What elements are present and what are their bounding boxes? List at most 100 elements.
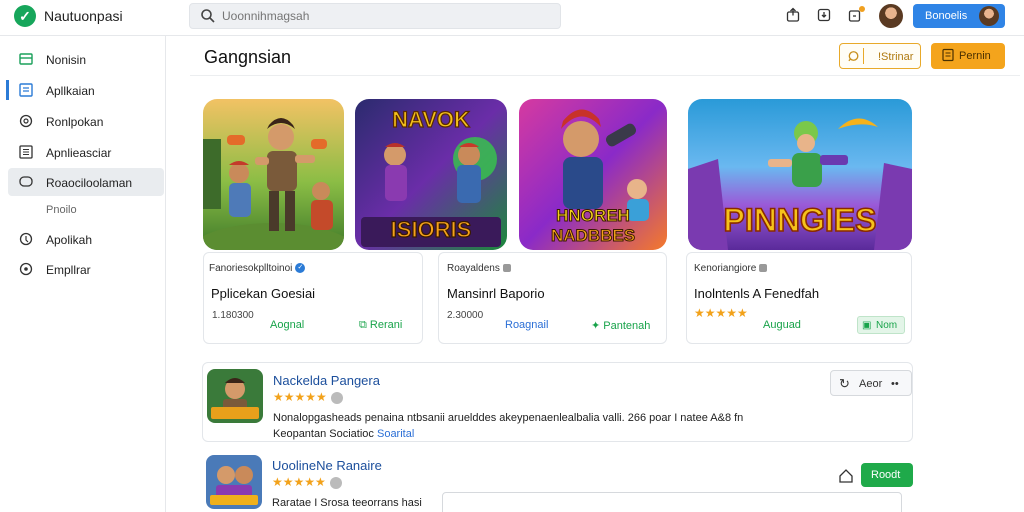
list-item[interactable]: UoolineNe Ranaire ★★★★★ Raratae I Srosa … xyxy=(202,452,913,512)
info-icon xyxy=(329,476,342,489)
card-action-secondary[interactable]: ✦ Pantenah xyxy=(591,319,650,332)
card-meta: 1.180300 xyxy=(212,310,254,321)
game-tile-navok[interactable]: NAVOK ISIORIS xyxy=(355,99,507,250)
header-divider xyxy=(190,75,1020,76)
badge-icon xyxy=(502,264,511,273)
top-bar: ✓ Nautuonpasi Bonoelis xyxy=(0,0,1024,36)
list-item-install-button[interactable]: Roodt xyxy=(861,463,913,487)
settings-icon xyxy=(19,262,33,276)
navok-tile-title: NAVOK xyxy=(392,107,470,132)
tag-icon xyxy=(848,48,864,64)
list-item-thumbnail xyxy=(206,455,262,509)
share-icon[interactable] xyxy=(785,7,801,23)
card-action-primary[interactable]: Aognal xyxy=(270,319,304,331)
sidebar-item-label: Apolikah xyxy=(46,233,93,247)
check-icon: ▣ xyxy=(862,320,872,331)
refresh-icon: ↻ xyxy=(839,376,850,391)
card-developer: Roayaldens xyxy=(447,263,511,274)
list-item-description: Raratae I Srosa teeorrans hasi xyxy=(272,497,422,509)
card-title: Pplicekan Goesiai xyxy=(211,286,316,301)
app-card[interactable]: Roayaldens Mansinrl Baporio 2.30000 Roag… xyxy=(438,252,667,344)
profile-avatar xyxy=(979,6,999,26)
page-title: Gangnsian xyxy=(204,47,292,67)
card-title: Mansinrl Baporio xyxy=(447,286,545,301)
pinngies-tile-art: PINNGIES xyxy=(688,99,912,250)
list-item-rating: ★★★★★ xyxy=(272,475,342,489)
game-tile-pinngies[interactable]: PINNGIES xyxy=(688,99,912,250)
card-action-secondary[interactable]: ▣ Nom xyxy=(857,316,905,334)
sidebar-item-empllrar[interactable]: Empllrar xyxy=(8,255,164,283)
app-card[interactable]: Kenoriangiore Inolntenls A Fenedfah ★★★★… xyxy=(686,252,912,344)
install-button-label: Roodt xyxy=(871,469,901,481)
pinngies-tile-title: PINNGIES xyxy=(724,202,877,238)
hnoreh-tile-title: HNOREH xyxy=(556,206,630,225)
circle-icon xyxy=(19,114,33,128)
filter-button-label: !Strinar xyxy=(878,51,914,63)
more-icon[interactable]: •• xyxy=(891,378,899,390)
hero-tile-art xyxy=(203,99,344,250)
app-card[interactable]: Fanoriesokplltoinoi ✓ Pplicekan Goesiai 1… xyxy=(203,252,423,344)
home-icon[interactable] xyxy=(838,468,854,484)
hnoreh-tile-art: HNOREH NADBBES xyxy=(519,99,667,250)
notification-badge xyxy=(859,6,865,12)
sidebar-item-ronlpokan[interactable]: Ronlpokan xyxy=(8,107,164,135)
sidebar-item-nonisin[interactable]: Nonisin xyxy=(8,45,164,73)
navok-tile-subtitle: ISIORIS xyxy=(391,217,472,242)
info-icon xyxy=(330,391,343,404)
app-name: Nautuonpasi xyxy=(44,8,123,24)
list-item-rating: ★★★★★ xyxy=(273,390,343,404)
card-action-primary[interactable]: Roagnail xyxy=(505,319,548,331)
user-avatar[interactable] xyxy=(879,4,903,28)
card-developer: Fanoriesokplltoinoi ✓ xyxy=(209,263,306,274)
list-item-title[interactable]: Nackelda Pangera xyxy=(273,373,380,388)
badge-icon xyxy=(759,264,768,273)
external-icon: ⧉ xyxy=(359,319,370,331)
sidebar-item-pnoilo[interactable]: Pnoilo xyxy=(8,196,164,224)
card-developer: Kenoriangiore xyxy=(694,263,768,274)
search-icon xyxy=(201,9,215,23)
list-icon xyxy=(19,145,33,159)
list-item-action-button[interactable]: ↻ Aeor •• xyxy=(830,370,912,396)
filter-button[interactable]: !Strinar xyxy=(839,43,921,69)
navok-tile-art: NAVOK ISIORIS xyxy=(355,99,507,250)
action-button-label: Aeor xyxy=(859,378,883,390)
card-action-label: Nom xyxy=(876,320,898,331)
card-action-secondary[interactable]: ⧉ Rerani xyxy=(359,319,402,332)
chat-icon xyxy=(19,176,33,187)
game-tile-hnoreh[interactable]: HNOREH NADBBES xyxy=(519,99,667,250)
primary-action-label: Pernin xyxy=(959,50,991,62)
list-item-description: Nonalopgasheads penaina ntbsanii arueldd… xyxy=(273,412,744,424)
primary-action-button[interactable]: Pernin xyxy=(931,43,1005,69)
sparkle-icon: ✦ xyxy=(591,320,604,332)
sidebar-item-label: Apnlieasciar xyxy=(46,146,112,160)
hnoreh-tile-subtitle: NADBBES xyxy=(551,226,635,245)
search-bar[interactable] xyxy=(189,3,561,29)
sidebar-item-label: Nonisin xyxy=(46,53,87,67)
sidebar-item-apnlieasciar[interactable]: Apnlieasciar xyxy=(8,138,164,166)
profile-button-label: Bonoelis xyxy=(925,10,968,22)
pin-icon xyxy=(19,232,33,246)
profile-button[interactable]: Bonoelis xyxy=(913,4,1005,28)
app-logo-icon[interactable]: ✓ xyxy=(14,5,36,27)
download-icon[interactable] xyxy=(816,7,832,23)
list-item-link[interactable]: Soarital xyxy=(377,428,414,440)
card-meta: 2.30000 xyxy=(447,310,484,321)
doc-icon xyxy=(942,48,954,62)
sidebar-item-label: Pnoilo xyxy=(46,204,77,216)
list-item-thumbnail xyxy=(207,369,263,423)
list-item-title[interactable]: UoolineNe Ranaire xyxy=(272,458,382,473)
game-tile-hero[interactable] xyxy=(203,99,344,250)
apps-icon xyxy=(19,83,33,97)
list-item[interactable]: Nackelda Pangera ★★★★★ Nonalopgasheads p… xyxy=(202,362,913,442)
card-action-primary[interactable]: Auguad xyxy=(763,319,801,331)
list-item-input[interactable] xyxy=(442,492,902,512)
sidebar-item-apllkaian[interactable]: Apllkaian xyxy=(6,76,164,104)
sidebar-item-label: Apllkaian xyxy=(46,84,95,98)
sidebar-item-apolikah[interactable]: Apolikah xyxy=(8,225,164,253)
sidebar-item-label: Empllrar xyxy=(46,263,91,277)
sidebar-item-label: Ronlpokan xyxy=(46,115,104,129)
search-input[interactable] xyxy=(222,7,552,25)
verified-icon: ✓ xyxy=(295,263,306,274)
sidebar-item-roaociloolaman[interactable]: Roaociloolaman xyxy=(8,168,164,196)
card-rating: ★★★★★ xyxy=(694,306,748,320)
